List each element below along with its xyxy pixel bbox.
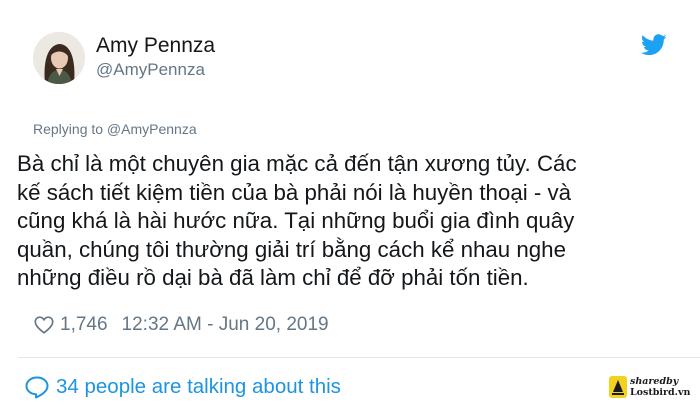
tweet-text-line: cũng khá là hài hước nữa. Tại những buổi… [17, 208, 575, 233]
conversation-label[interactable]: 34 people are talking about this [56, 375, 341, 399]
watermark-line-1: sharedby [630, 376, 679, 387]
author-display-name[interactable]: Amy Pennza [96, 34, 215, 58]
twitter-bird-icon[interactable] [640, 34, 667, 56]
watermark-line-2: Lostbird.vn [630, 387, 691, 398]
heart-icon[interactable] [33, 314, 55, 336]
avatar[interactable] [33, 32, 85, 84]
conversation-link[interactable]: 34 people are talking about this [24, 374, 341, 400]
like-count[interactable]: 1,746 [60, 314, 108, 336]
speech-bubble-icon [24, 375, 50, 399]
tweet-timestamp[interactable]: 12:32 AM - Jun 20, 2019 [122, 314, 329, 336]
tweet-text-line: Bà chỉ là một chuyên gia mặc cả đến tận … [17, 151, 577, 176]
replying-to-label[interactable]: Replying to @AmyPennza [33, 121, 197, 137]
tweet-meta: 1,746 12:32 AM - Jun 20, 2019 [33, 312, 329, 338]
tweet-card: Amy Pennza @AmyPennza Replying to @AmyPe… [0, 0, 700, 412]
tweet-text-line: những điều rồ dại bà đã làm chỉ để đỡ ph… [17, 265, 529, 290]
author-handle[interactable]: @AmyPennza [96, 60, 205, 80]
tweet-text: Bà chỉ là một chuyên gia mặc cả đến tận … [17, 150, 697, 293]
tweet-text-line: quần, chúng tôi thường giải trí bằng các… [17, 236, 566, 262]
watermark: sharedby Lostbird.vn [608, 373, 700, 407]
bird-logo-icon [609, 376, 627, 398]
divider [18, 357, 700, 358]
tweet-text-line: kế sách tiết kiệm tiền của bà phải nói l… [17, 179, 572, 205]
